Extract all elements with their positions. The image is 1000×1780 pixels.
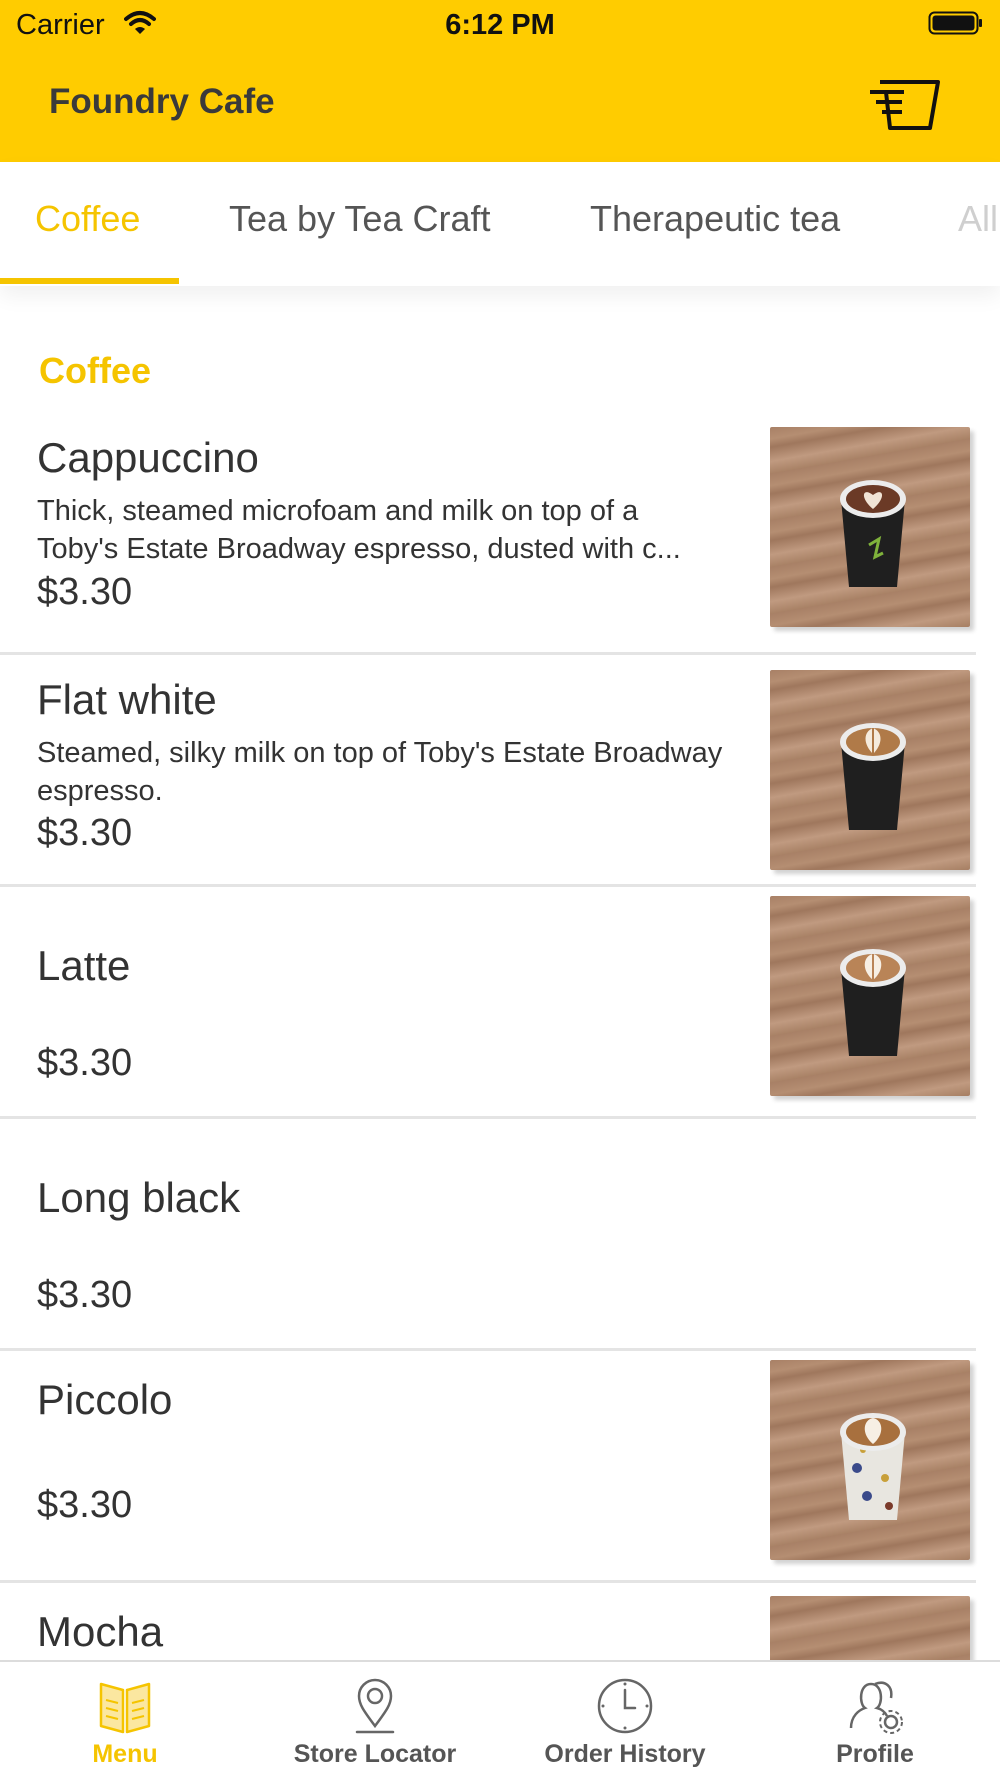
item-price: $3.30	[37, 1484, 133, 1526]
tabbar-store-locator[interactable]: Store Locator	[250, 1662, 500, 1780]
tab-all[interactable]: All	[958, 198, 998, 240]
tabbar-order-history-label: Order History	[544, 1740, 706, 1768]
item-price: $3.30	[37, 571, 133, 613]
menu-item[interactable]: Long black $3.30	[0, 1116, 976, 1351]
tabbar-profile-label: Profile	[836, 1740, 914, 1768]
menu-item[interactable]: Latte $3.30	[0, 884, 976, 1119]
tab-coffee[interactable]: Coffee	[35, 198, 140, 240]
app-header: Foundry Cafe	[0, 50, 1000, 162]
tabbar-store-locator-label: Store Locator	[293, 1740, 457, 1768]
map-pin-icon	[355, 1678, 395, 1734]
item-description: Thick, steamed microfoam and milk on top…	[37, 495, 681, 565]
cart-button[interactable]	[862, 62, 946, 146]
item-name: Piccolo	[37, 1376, 173, 1423]
tab-therapeutic-tea[interactable]: Therapeutic tea	[590, 198, 840, 240]
menu-item[interactable]: Flat white Steamed, silky milk on top of…	[0, 652, 976, 887]
section-title: Coffee	[39, 350, 152, 391]
item-name: Long black	[37, 1174, 241, 1221]
item-image	[770, 427, 970, 627]
bottom-tab-bar: Menu Store Locator Order History Profile	[0, 1660, 1000, 1780]
tabbar-profile[interactable]: Profile	[750, 1662, 1000, 1780]
menu-item[interactable]: Cappuccino Thick, steamed microfoam and …	[0, 416, 976, 655]
battery-icon	[928, 11, 982, 35]
coffee-cup-image	[840, 1413, 906, 1520]
category-tabs: Coffee Tea by Tea Craft Therapeutic tea …	[0, 162, 1000, 286]
item-image	[770, 1596, 970, 1660]
tabbar-menu-label: Menu	[92, 1740, 158, 1768]
active-tab-indicator	[0, 278, 179, 284]
menu-item[interactable]: Piccolo $3.30	[0, 1348, 976, 1583]
status-time: 6:12 PM	[445, 9, 555, 41]
item-name: Mocha	[37, 1608, 164, 1655]
item-price: $3.30	[37, 1274, 133, 1316]
item-image	[770, 670, 970, 870]
page-title: Foundry Cafe	[49, 82, 275, 121]
profile-icon	[849, 1681, 903, 1734]
item-price: $3.30	[37, 812, 133, 854]
item-name: Latte	[37, 942, 131, 989]
tabbar-menu[interactable]: Menu	[0, 1662, 250, 1780]
menu-book-icon	[99, 1682, 151, 1734]
item-image	[770, 1360, 970, 1560]
menu-list[interactable]: Coffee Cappuccino Thick, steamed microfo…	[0, 286, 1000, 1660]
cart-icon	[870, 80, 940, 130]
item-name: Flat white	[37, 676, 217, 723]
coffee-cup-image	[840, 949, 906, 1056]
status-bar: Carrier 6:12 PM	[0, 0, 1000, 50]
menu-item[interactable]: Mocha	[0, 1580, 976, 1660]
item-name: Cappuccino	[37, 434, 259, 481]
tab-tea-by-tea-craft[interactable]: Tea by Tea Craft	[229, 198, 490, 240]
tabbar-order-history[interactable]: Order History	[500, 1662, 750, 1780]
item-image	[770, 896, 970, 1096]
item-price: $3.30	[37, 1042, 133, 1084]
clock-icon	[597, 1678, 653, 1734]
coffee-cup-image	[840, 480, 906, 587]
item-description: Steamed, silky milk on top of Toby's Est…	[37, 737, 723, 807]
coffee-cup-image	[840, 723, 906, 830]
